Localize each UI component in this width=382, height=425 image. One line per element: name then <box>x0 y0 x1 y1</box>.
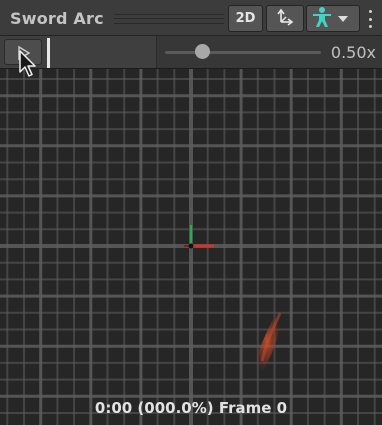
preview-title: Sword Arc <box>10 9 104 28</box>
pivot-gizmo-button[interactable] <box>266 5 304 32</box>
preview-toolbar: Sword Arc 2D <box>0 0 382 36</box>
mode-2d-label: 2D <box>235 11 256 26</box>
drag-handle[interactable] <box>114 14 224 24</box>
sword-slash-effect <box>252 305 282 375</box>
mouse-cursor-icon <box>19 50 36 77</box>
grid-canvas <box>0 69 382 425</box>
kebab-menu-icon[interactable] <box>368 10 372 28</box>
caret-down-icon <box>338 15 348 22</box>
playback-bar: 0.50x <box>0 36 382 69</box>
avatar-humanoid-icon <box>311 6 333 32</box>
mode-2d-button[interactable]: 2D <box>228 5 263 32</box>
preview-viewport[interactable]: 0:00 (000.0%) Frame 0 <box>0 69 382 425</box>
frame-readout: 0:00 (000.0%) Frame 0 <box>94 399 288 417</box>
timeline-playhead[interactable] <box>47 38 50 68</box>
speed-slider-track[interactable] <box>165 51 321 54</box>
pivot-gizmo-icon <box>275 7 295 31</box>
avatar-button[interactable] <box>306 5 360 32</box>
speed-label: 0.50x <box>330 43 376 62</box>
speed-slider-thumb[interactable] <box>194 44 210 59</box>
